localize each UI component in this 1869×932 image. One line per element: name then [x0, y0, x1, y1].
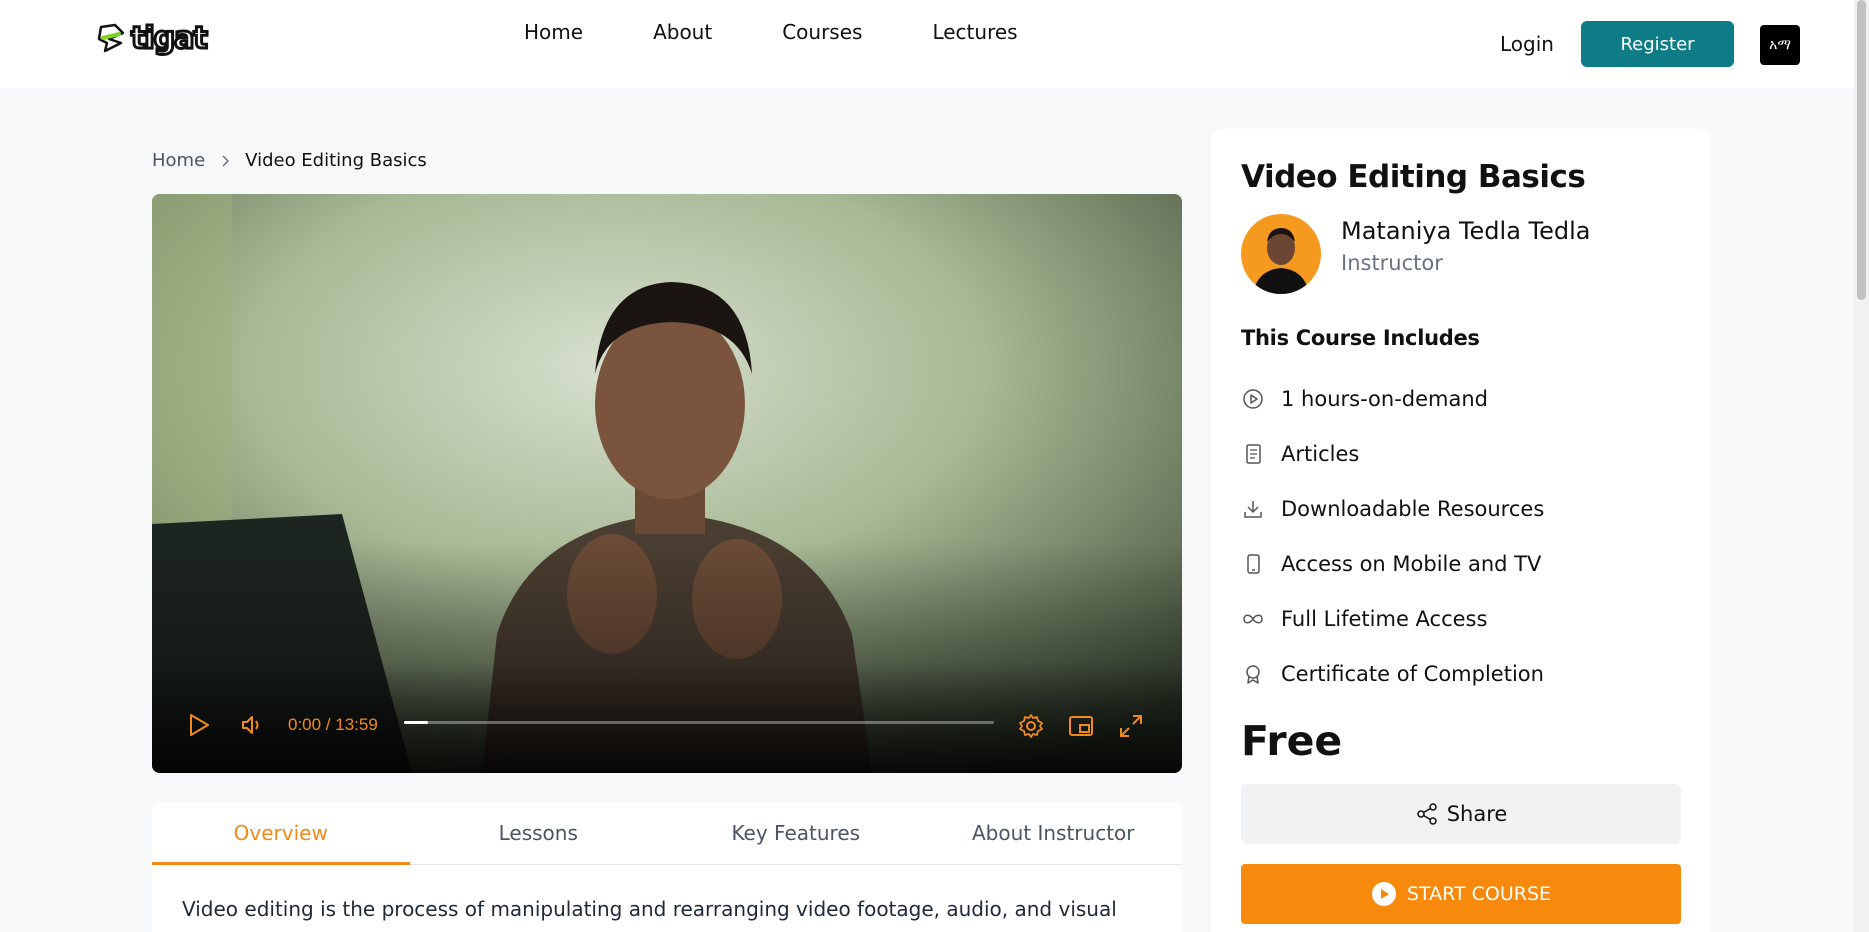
includes-list: 1 hours-on-demand Articles Downloadable …: [1241, 371, 1544, 701]
main-nav: Home About Courses Lectures: [524, 20, 1088, 44]
start-course-label: START COURSE: [1406, 883, 1552, 905]
include-label: Downloadable Resources: [1281, 496, 1545, 521]
include-label: Certificate of Completion: [1281, 661, 1544, 686]
breadcrumb: Home Video Editing Basics: [152, 150, 427, 171]
include-item: Full Lifetime Access: [1241, 591, 1544, 646]
scrollbar-thumb[interactable]: [1857, 0, 1866, 300]
nav-home[interactable]: Home: [524, 20, 583, 44]
picture-in-picture-icon[interactable]: [1068, 713, 1094, 739]
share-label: Share: [1446, 802, 1508, 826]
download-icon: [1244, 500, 1262, 518]
certificate-icon: [1246, 664, 1260, 684]
video-progress-fill: [404, 721, 428, 724]
start-course-button[interactable]: START COURSE: [1241, 864, 1681, 924]
tab-about-instructor[interactable]: About Instructor: [925, 802, 1183, 864]
include-item: Articles: [1241, 426, 1544, 481]
play-circle-icon: [1243, 388, 1263, 409]
play-icon[interactable]: [188, 713, 210, 737]
course-price: Free: [1241, 717, 1343, 765]
overview-panel: Video editing is the process of manipula…: [152, 865, 1182, 932]
instructor-name[interactable]: Mataniya Tedla Tedla: [1341, 217, 1591, 245]
article-icon: [1246, 443, 1261, 464]
fullscreen-icon[interactable]: [1118, 713, 1144, 739]
play-circle-icon: [1371, 882, 1396, 906]
share-button[interactable]: Share: [1241, 784, 1681, 844]
video-time: 0:00 / 13:59: [288, 715, 378, 734]
breadcrumb-home[interactable]: Home: [152, 150, 205, 171]
tab-overview[interactable]: Overview: [152, 802, 410, 865]
include-label: Full Lifetime Access: [1281, 606, 1488, 631]
volume-icon[interactable]: [240, 713, 264, 737]
tab-lessons[interactable]: Lessons: [410, 802, 668, 864]
settings-gear-icon[interactable]: [1018, 713, 1044, 739]
nav-courses[interactable]: Courses: [782, 20, 862, 44]
page-scrollbar[interactable]: [1854, 0, 1869, 932]
nav-lectures[interactable]: Lectures: [932, 20, 1017, 44]
share-icon: [1416, 803, 1437, 825]
nav-about[interactable]: About: [653, 20, 712, 44]
include-label: Articles: [1281, 441, 1360, 466]
instructor-role: Instructor: [1341, 251, 1443, 275]
tigat-logo[interactable]: tigat: [95, 18, 210, 58]
include-label: Access on Mobile and TV: [1281, 551, 1542, 576]
tab-key-features[interactable]: Key Features: [667, 802, 925, 864]
include-item: Access on Mobile and TV: [1241, 536, 1544, 591]
infinity-icon: [1243, 614, 1263, 623]
include-item: Downloadable Resources: [1241, 481, 1544, 536]
chevron-right-icon: [222, 154, 230, 167]
course-sidebar: Video Editing Basics Mataniya Tedla Tedl…: [1211, 129, 1711, 932]
include-item: Certificate of Completion: [1241, 646, 1544, 701]
video-player[interactable]: 0:00 / 13:59: [152, 194, 1182, 773]
include-item: 1 hours-on-demand: [1241, 371, 1544, 426]
logo-text: tigat: [130, 19, 210, 57]
overview-text: Video editing is the process of manipula…: [182, 897, 1117, 921]
course-tabs: Overview Lessons Key Features About Inst…: [152, 802, 1182, 865]
video-progress-bar[interactable]: [404, 721, 994, 724]
mobile-icon: [1247, 553, 1260, 574]
includes-title: This Course Includes: [1241, 326, 1480, 350]
top-navbar: tigat Home About Courses Lectures Login …: [0, 0, 1869, 88]
login-link[interactable]: Login: [1500, 32, 1554, 56]
include-label: 1 hours-on-demand: [1281, 386, 1488, 411]
video-controls: 0:00 / 13:59: [152, 663, 1182, 773]
register-button[interactable]: Register: [1581, 21, 1734, 67]
instructor-avatar: [1241, 214, 1321, 294]
language-toggle-button[interactable]: አማ: [1760, 25, 1800, 65]
logo-icon: [97, 23, 125, 53]
breadcrumb-current: Video Editing Basics: [245, 150, 427, 171]
course-title: Video Editing Basics: [1241, 159, 1586, 195]
